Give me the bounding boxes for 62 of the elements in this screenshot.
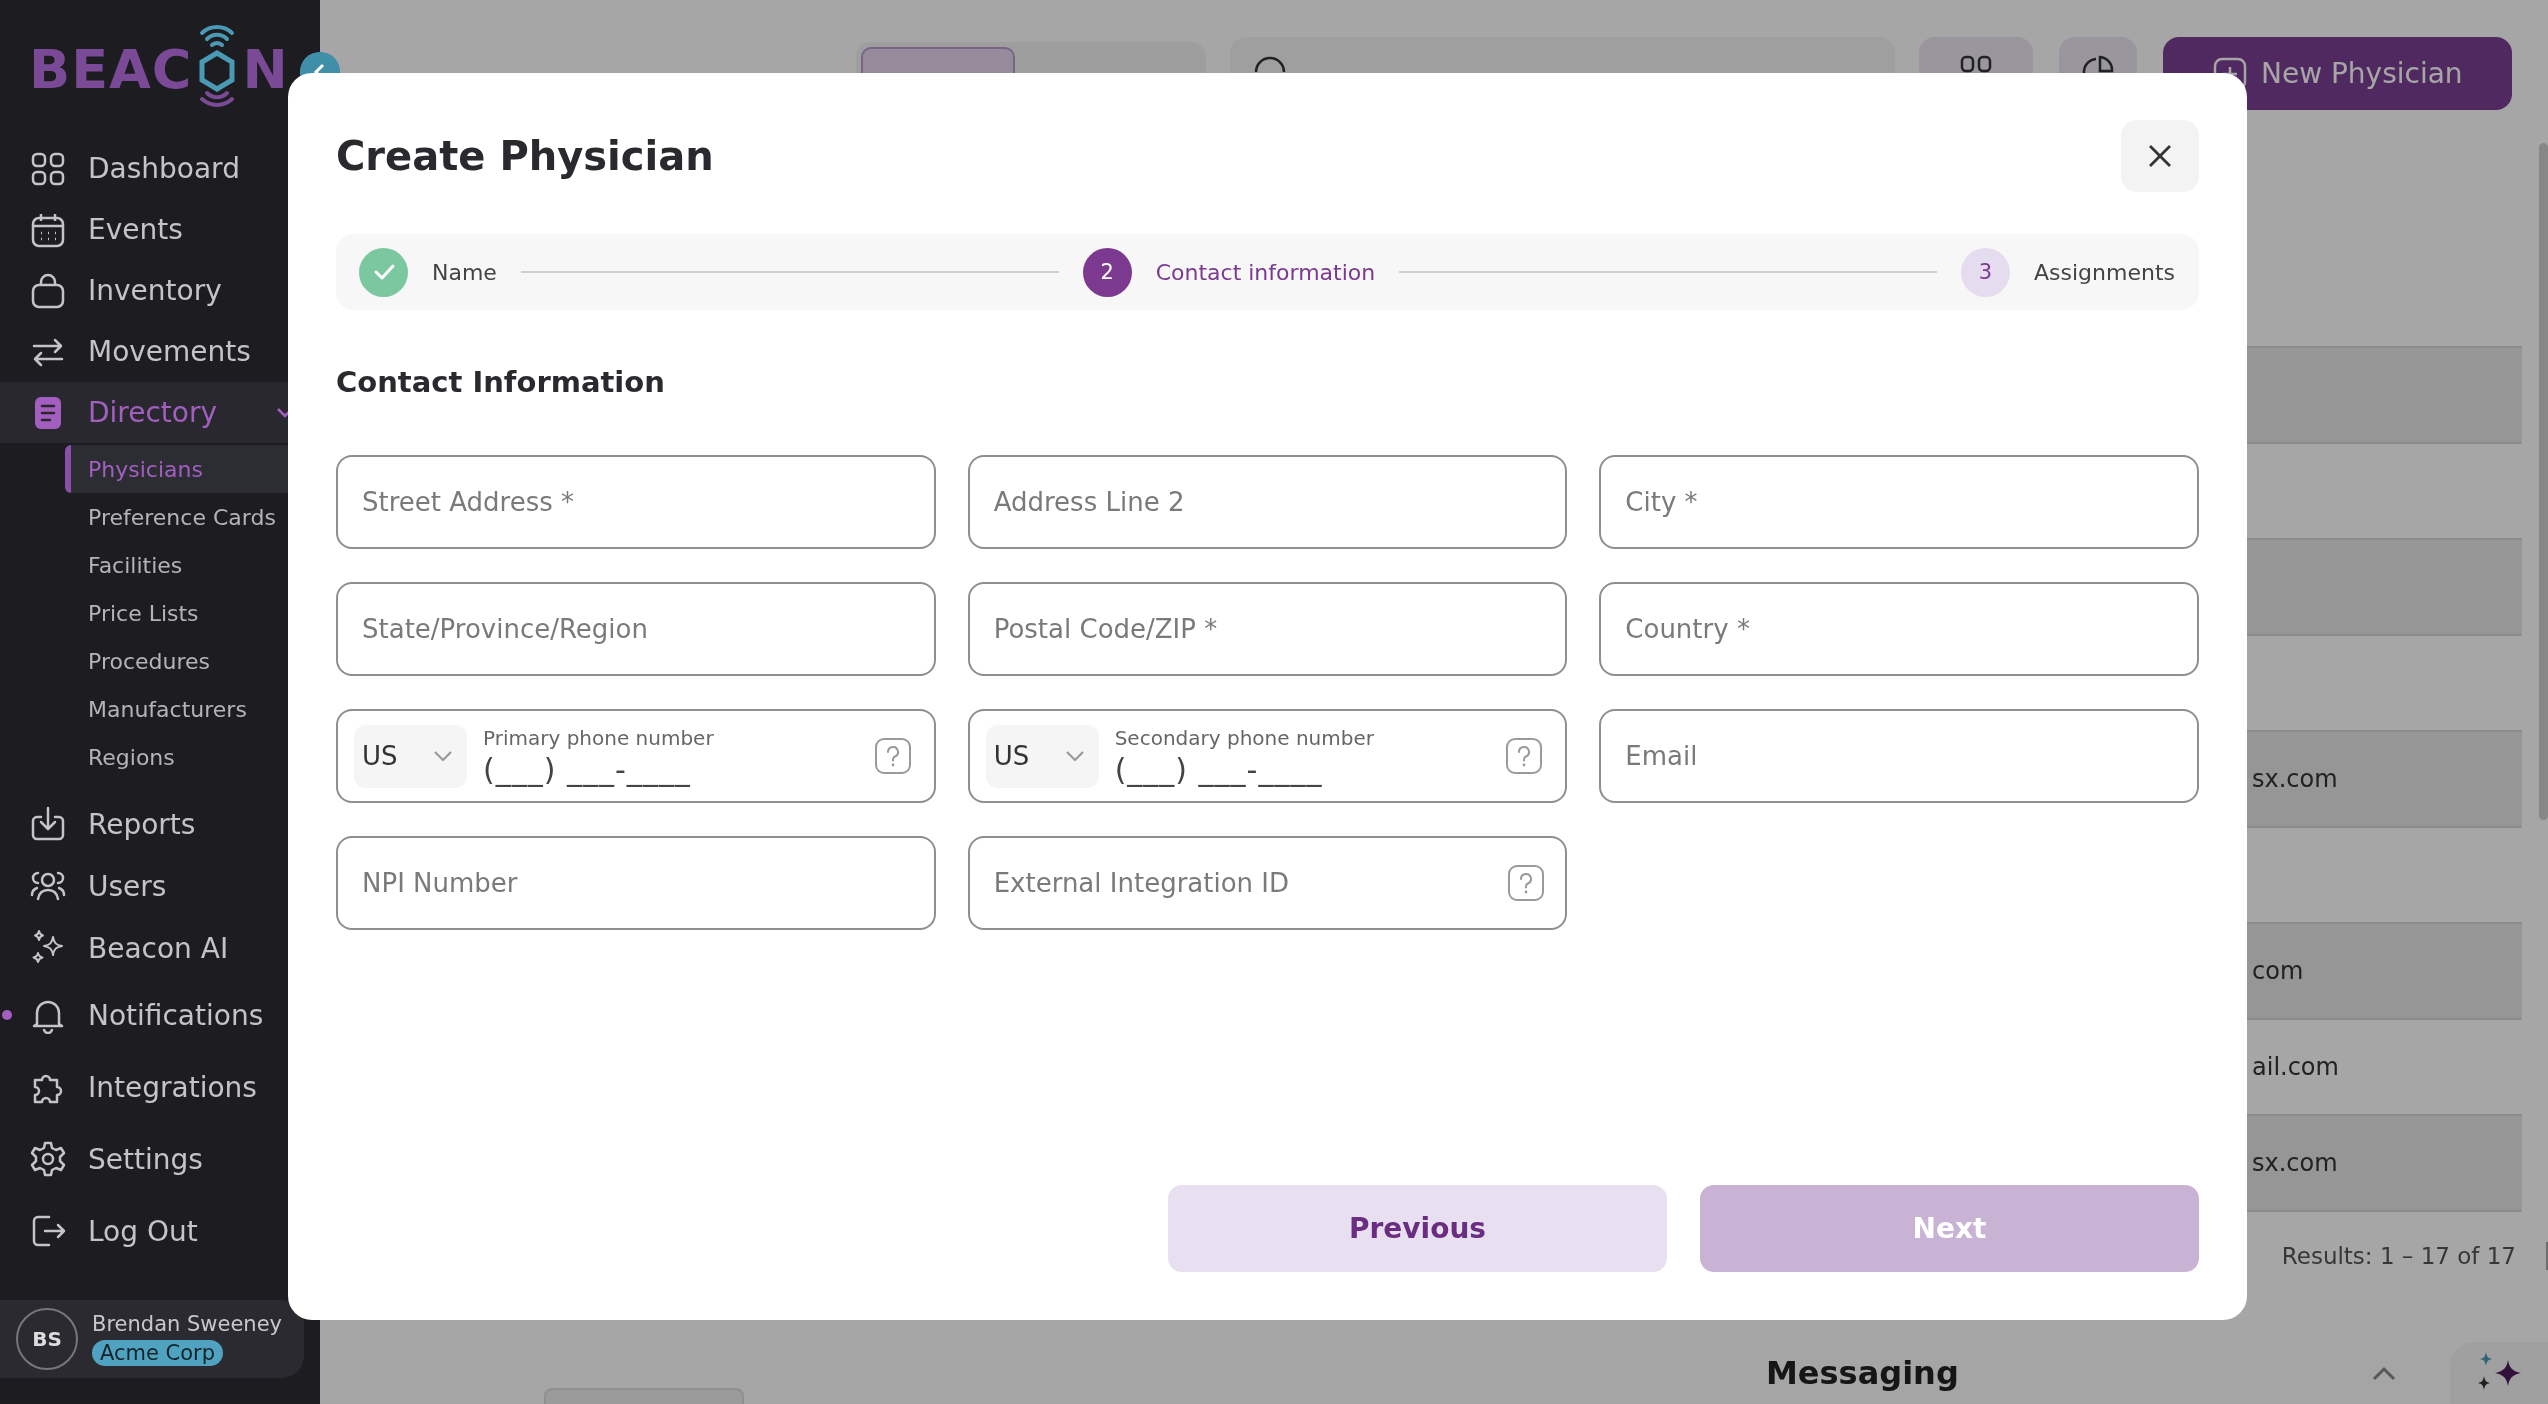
settings-icon <box>29 1140 67 1178</box>
nav-item[interactable]: Notifications <box>0 979 320 1051</box>
nav-item[interactable]: Events <box>0 199 320 260</box>
field-label: Secondary phone number <box>1114 725 1375 750</box>
phone-field[interactable]: US Secondary phone number (___) ___-____ <box>967 709 1568 803</box>
input-field[interactable]: Address Line 2 <box>967 455 1568 549</box>
nav-item[interactable]: Log Out <box>0 1195 320 1267</box>
logo-wordmark: N <box>242 37 289 101</box>
step-indicator: 2 <box>1082 247 1132 297</box>
chevron-down-icon <box>433 750 453 762</box>
previous-button[interactable]: Previous <box>1168 1185 1667 1272</box>
step-indicator: 3 <box>1961 247 2010 297</box>
ai-assistant-button[interactable] <box>2450 1342 2548 1404</box>
help-icon[interactable] <box>1507 864 1546 902</box>
input-field[interactable]: Email <box>1599 709 2199 803</box>
field-label: Primary phone number <box>483 725 715 750</box>
country-select[interactable]: US <box>354 724 467 788</box>
results-count: Results: 1 – 17 of 17 <box>2281 1243 2516 1269</box>
input-field[interactable]: External Integration ID <box>967 836 1568 930</box>
input-field[interactable]: City * <box>1599 455 2199 549</box>
logo-wordmark: BEAC <box>29 37 193 101</box>
avatar: BS <box>16 1308 78 1370</box>
step-label: Assignments <box>2034 259 2175 285</box>
nav-item[interactable]: Integrations <box>0 1051 320 1123</box>
nav-item[interactable]: Inventory <box>0 260 320 321</box>
nav-item[interactable]: Movements <box>0 321 320 382</box>
input-field[interactable]: Postal Code/ZIP * <box>967 582 1568 676</box>
table-cell-text: com <box>2252 957 2305 985</box>
input-field[interactable]: Street Address * <box>336 455 936 549</box>
chevron-up-icon <box>2371 1364 2397 1382</box>
nav-item[interactable]: Settings <box>0 1123 320 1195</box>
user-name: Brendan Sweeney <box>92 1312 282 1336</box>
country-code: US <box>993 741 1030 771</box>
nav-item[interactable]: Beacon AI <box>0 917 320 979</box>
user-card[interactable]: BS Brendan Sweeney Acme Corp <box>0 1300 304 1378</box>
help-icon[interactable] <box>1505 737 1544 775</box>
nav-item[interactable]: Users <box>0 855 320 917</box>
messaging-title: Messaging <box>1766 1354 1959 1392</box>
nav-item[interactable]: Dashboard <box>0 138 320 199</box>
input-field[interactable]: NPI Number <box>336 836 936 930</box>
section-title: Contact Information <box>336 364 666 401</box>
table-cell-text: ail.com <box>2252 1053 2340 1081</box>
grid-icon <box>1960 55 1992 73</box>
pie-chart-icon <box>2082 55 2114 73</box>
nav-item[interactable]: Reports <box>0 793 320 855</box>
step-label: Name <box>432 259 497 285</box>
org-badge: Acme Corp <box>92 1340 224 1366</box>
input-field[interactable]: State/Province/Region <box>336 582 936 676</box>
country-code: US <box>362 741 398 771</box>
country-select[interactable]: US <box>985 724 1099 788</box>
download-icon <box>29 805 67 843</box>
input-field[interactable]: Country * <box>1599 582 2199 676</box>
table-cell-text: sx.com <box>2252 1149 2339 1177</box>
bag-icon <box>29 271 67 310</box>
step-label: Contact information <box>1155 259 1376 285</box>
chevron-down-icon <box>1064 750 1085 762</box>
phone-field[interactable]: US Primary phone number (___) ___-____ <box>336 709 936 803</box>
close-button[interactable] <box>2121 120 2199 192</box>
help-icon[interactable] <box>873 737 912 775</box>
table-cell-text: sx.com <box>2252 765 2339 793</box>
dialog-title: Create Physician <box>336 133 714 179</box>
scrollbar-thumb[interactable] <box>2539 143 2548 820</box>
